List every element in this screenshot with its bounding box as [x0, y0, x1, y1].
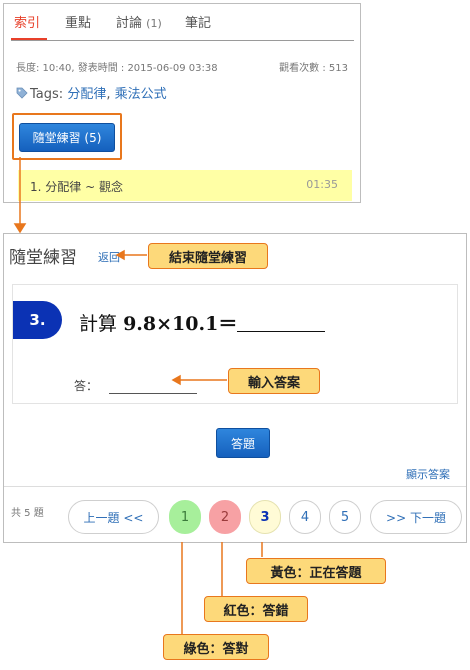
question-prefix: 計算 [79, 313, 118, 335]
practice-heading: 隨堂練習 [9, 248, 77, 268]
prev-question-button[interactable]: 上一題 << [68, 500, 159, 534]
tab-highlights[interactable]: 重點 [65, 12, 91, 31]
callout-yellow-current: 黃色：正在答題 [246, 558, 386, 584]
tag-icon [16, 87, 28, 99]
tag-link[interactable]: 分配律 [67, 87, 106, 102]
tab-divider [11, 40, 354, 41]
question-total: 共 5 題 [11, 508, 44, 519]
page-1-button[interactable]: 1 [169, 500, 201, 534]
pager-divider [4, 486, 466, 487]
question-number-badge: 3. [13, 301, 62, 339]
tab-label: 討論 [116, 16, 143, 31]
tab-label: 筆記 [185, 16, 212, 31]
callout-end-practice: 結束隨堂練習 [148, 243, 268, 269]
back-link[interactable]: 返回 [98, 249, 120, 265]
callout-red-wrong: 紅色：答錯 [204, 596, 308, 622]
video-info-panel: 索引 重點 討論 (1) 筆記 長度: 10:40, 發表時間 : 2015-0… [3, 3, 361, 203]
page-3-button[interactable]: 3 [249, 500, 281, 534]
page-2-button[interactable]: 2 [209, 500, 241, 534]
tag-link[interactable]: 乘法公式 [115, 87, 167, 102]
video-meta: 長度: 10:40, 發表時間 : 2015-06-09 03:38 [16, 63, 218, 74]
view-count: 觀看次數 : 513 [279, 63, 348, 74]
submit-answer-button[interactable]: 答題 [216, 428, 270, 458]
tab-label: 重點 [65, 16, 92, 31]
tab-index[interactable]: 索引 [14, 12, 40, 31]
callout-input-answer: 輸入答案 [228, 368, 320, 394]
question-text: 計算 9.8×10.1＝ [79, 309, 326, 336]
tab-discussion[interactable]: 討論 (1) [116, 12, 162, 31]
show-answer-link[interactable]: 顯示答案 [406, 466, 450, 482]
question-blank [237, 313, 326, 332]
next-question-button[interactable]: >> 下一題 [370, 500, 462, 534]
page-4-button[interactable]: 4 [289, 500, 321, 534]
tags-row: Tags: 分配律, 乘法公式 [16, 83, 167, 102]
page-5-button[interactable]: 5 [329, 500, 361, 534]
tab-label: 索引 [14, 16, 41, 31]
answer-input[interactable] [109, 377, 197, 394]
connector-arrowhead [13, 223, 27, 234]
callout-green-correct: 綠色：答對 [163, 634, 269, 660]
chapter-row[interactable]: 1. 分配律 ~ 觀念 01:35 [18, 170, 352, 201]
answer-label: 答： [74, 379, 99, 393]
tags-label: Tags: [30, 87, 64, 102]
tab-count-badge: (1) [146, 17, 162, 30]
tab-bar: 索引 重點 討論 (1) 筆記 [4, 4, 360, 41]
question-expression: 9.8×10.1＝ [123, 313, 238, 335]
tab-notes[interactable]: 筆記 [185, 12, 211, 31]
chapter-time: 01:35 [306, 178, 338, 191]
practice-button[interactable]: 隨堂練習 (5) [19, 123, 115, 152]
chapter-title: 1. 分配律 ~ 觀念 [30, 180, 123, 194]
